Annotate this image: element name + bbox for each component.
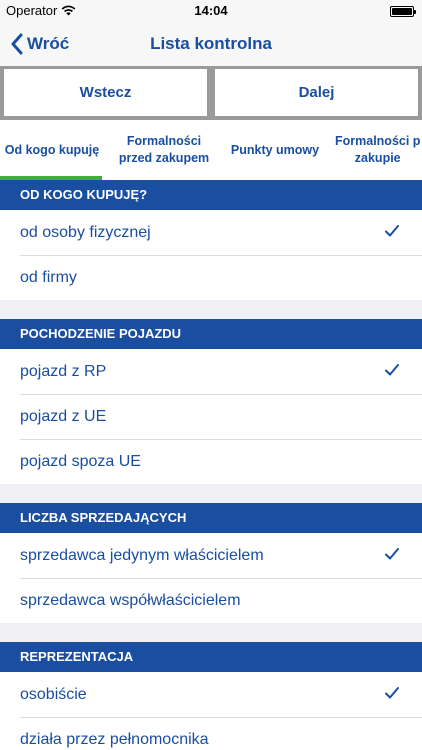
section-header: LICZBA SPRZEDAJĄCYCH bbox=[0, 503, 422, 533]
tab-label: Formalności bbox=[126, 134, 202, 148]
checkmark-icon bbox=[385, 548, 399, 560]
tab-label: Od kogo kupuję bbox=[4, 142, 100, 157]
step-buttons: Wstecz Dalej bbox=[0, 66, 422, 120]
list-item-label: pojazd z UE bbox=[20, 407, 107, 425]
checkmark-icon bbox=[385, 225, 399, 237]
list-item[interactable]: od firmy bbox=[0, 255, 422, 300]
list-item-label: sprzedawca współwłaścicielem bbox=[20, 591, 241, 609]
checkmark-icon bbox=[385, 364, 399, 376]
list-item[interactable]: pojazd z UE bbox=[0, 394, 422, 439]
previous-button[interactable]: Wstecz bbox=[4, 69, 207, 116]
status-bar: Operator 14:04 bbox=[0, 0, 422, 22]
tab-formalnosci-przed-zakupem[interactable]: Formalności przed zakupem bbox=[108, 120, 220, 180]
list-item[interactable]: od osoby fizycznej bbox=[0, 210, 422, 255]
tab-label: Punkty umowy bbox=[230, 142, 320, 157]
tab-od-kogo-kupuje[interactable]: Od kogo kupuję bbox=[0, 120, 104, 180]
list-item-label: pojazd spoza UE bbox=[20, 452, 141, 470]
section-spacer bbox=[0, 623, 422, 642]
list-item[interactable]: sprzedawca jedynym właścicielem bbox=[0, 533, 422, 578]
tab-formalnosci-po-zakupie[interactable]: Formalności p zakupie bbox=[335, 120, 422, 180]
section-header: POCHODZENIE POJAZDU bbox=[0, 319, 422, 349]
checklist-content: OD KOGO KUPUJĘ? od osoby fizycznej od fi… bbox=[0, 180, 422, 750]
checkmark-icon bbox=[385, 687, 399, 699]
list-item[interactable]: działa przez pełnomocnika bbox=[0, 717, 422, 750]
tab-bar: Od kogo kupuję Formalności przed zakupem… bbox=[0, 120, 422, 180]
list-item-label: pojazd z RP bbox=[20, 362, 107, 380]
section-spacer bbox=[0, 300, 422, 319]
list-item[interactable]: pojazd z RP bbox=[0, 349, 422, 394]
list-item-label: działa przez pełnomocnika bbox=[20, 730, 209, 748]
status-time: 14:04 bbox=[194, 3, 228, 18]
section-header: REPREZENTACJA bbox=[0, 642, 422, 672]
list-item-label: sprzedawca jedynym właścicielem bbox=[20, 546, 264, 564]
section-header: OD KOGO KUPUJĘ? bbox=[0, 180, 422, 210]
tab-label: Formalności p bbox=[335, 134, 421, 148]
list-item-label: od firmy bbox=[20, 268, 77, 286]
next-button[interactable]: Dalej bbox=[215, 69, 418, 116]
tab-label: zakupie bbox=[354, 151, 401, 165]
battery-icon bbox=[390, 6, 416, 17]
page-title: Lista kontrolna bbox=[150, 34, 272, 53]
navigation-bar: Wróć Lista kontrolna bbox=[0, 22, 422, 66]
list-item-label: od osoby fizycznej bbox=[20, 223, 151, 241]
tab-label: przed zakupem bbox=[118, 151, 210, 165]
tab-punkty-umowy[interactable]: Punkty umowy bbox=[222, 120, 328, 180]
section-spacer bbox=[0, 484, 422, 503]
list-item[interactable]: pojazd spoza UE bbox=[0, 439, 422, 484]
list-item[interactable]: osobiście bbox=[0, 672, 422, 717]
list-item-label: osobiście bbox=[20, 685, 87, 703]
list-item[interactable]: sprzedawca współwłaścicielem bbox=[0, 578, 422, 623]
